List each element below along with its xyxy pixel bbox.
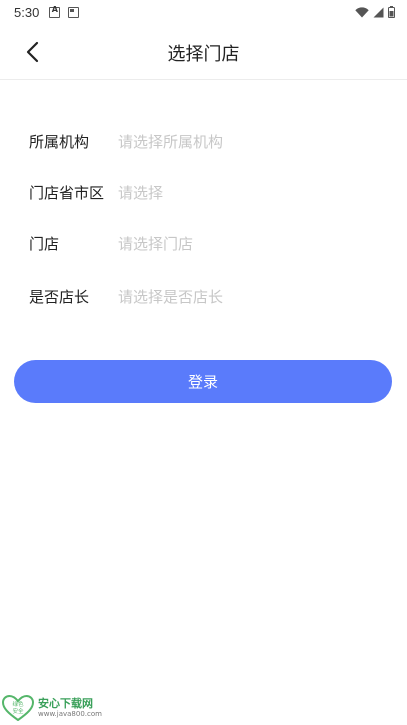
signal-icon <box>373 7 384 17</box>
store-select[interactable]: 请选择门店 <box>118 233 193 254</box>
watermark-url: www.java800.com <box>38 710 102 718</box>
battery-icon <box>388 6 395 18</box>
nav-bar: 选择门店 <box>0 24 407 80</box>
status-bar: 5:30 <box>0 0 407 24</box>
form-row-is-manager[interactable]: 是否店长 请选择是否店长 <box>0 271 407 321</box>
heart-logo-icon: 绿色 安全 <box>2 695 34 721</box>
notification-box-icon <box>68 6 80 18</box>
status-time: 5:30 <box>14 4 40 20</box>
organization-label: 所属机构 <box>29 132 90 151</box>
page-title: 选择门店 <box>167 44 240 65</box>
wifi-icon <box>355 6 369 17</box>
region-select[interactable]: 请选择 <box>118 182 163 203</box>
badge-line2: 安全 <box>12 707 24 715</box>
status-right-icons <box>355 6 395 18</box>
watermark-title: 安心下载网 <box>38 697 93 710</box>
badge-line1: 绿色 <box>12 700 24 708</box>
is-manager-select[interactable]: 请选择是否店长 <box>118 286 223 307</box>
store-label: 门店 <box>29 234 60 253</box>
form-row-organization[interactable]: 所属机构 请选择所属机构 <box>0 116 407 166</box>
watermark: 绿色 安全 安心下载网 www.java800.com <box>2 695 102 721</box>
watermark-text: 安心下载网 www.java800.com <box>38 698 102 718</box>
is-manager-label: 是否店长 <box>29 287 90 306</box>
organization-select[interactable]: 请选择所属机构 <box>118 131 223 152</box>
region-label: 门店省市区 <box>29 183 105 202</box>
login-button[interactable]: 登录 <box>14 360 392 403</box>
form-row-store[interactable]: 门店 请选择门店 <box>0 218 407 268</box>
form-row-region[interactable]: 门店省市区 请选择 <box>0 167 407 217</box>
notification-a-icon <box>49 5 61 18</box>
